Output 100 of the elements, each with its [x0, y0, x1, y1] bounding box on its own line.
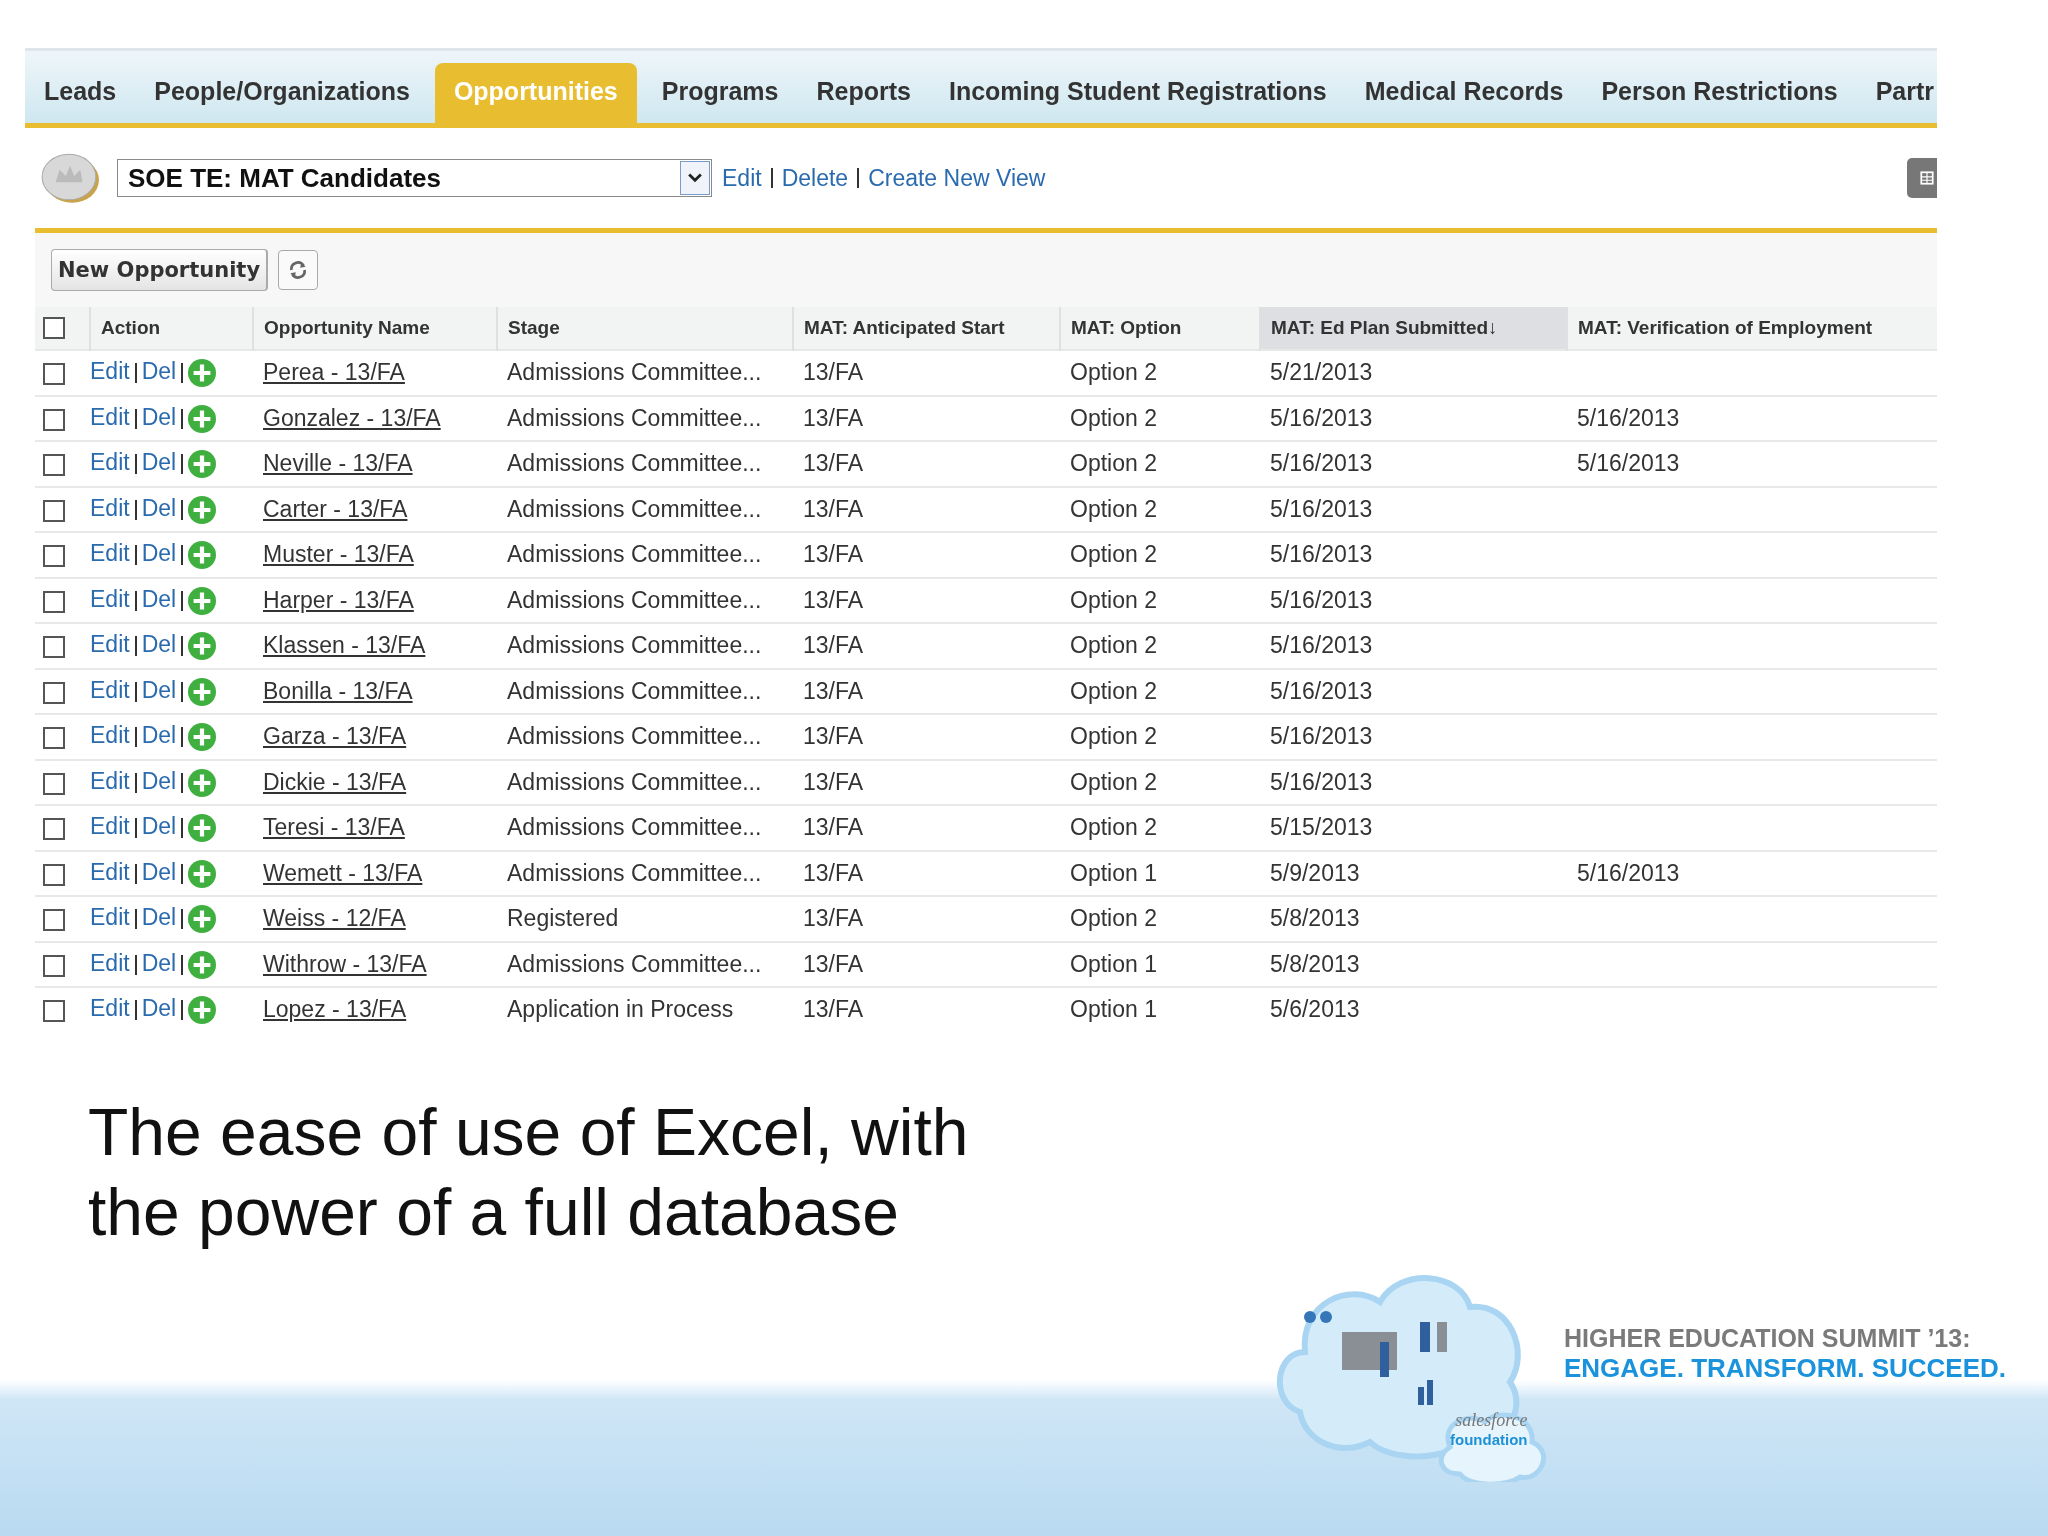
- row-checkbox[interactable]: [43, 772, 65, 795]
- action-link[interactable]: Edit: [90, 904, 130, 931]
- action-link[interactable]: Del: [141, 631, 177, 658]
- view-link[interactable]: Create New View: [868, 164, 1046, 192]
- add-icon[interactable]: [188, 859, 217, 888]
- row-checkbox[interactable]: [43, 909, 65, 932]
- table-cell: Option 2: [1070, 404, 1157, 431]
- row-checkbox[interactable]: [43, 545, 65, 568]
- table-cell: 13/FA: [803, 586, 864, 613]
- coin-icon: [39, 151, 101, 205]
- action-link[interactable]: Edit: [90, 722, 130, 749]
- add-icon[interactable]: [188, 404, 217, 433]
- select-all-checkbox[interactable]: [43, 317, 65, 340]
- table-icon: [1919, 170, 1935, 186]
- add-icon[interactable]: [188, 541, 217, 570]
- action-link[interactable]: Edit: [90, 403, 130, 430]
- action-link[interactable]: Edit: [90, 676, 130, 703]
- row-checkbox[interactable]: [43, 954, 65, 977]
- action-link[interactable]: Edit: [90, 813, 130, 840]
- table-cell: Admissions Committee...: [507, 859, 762, 886]
- table-cell: 13/FA: [803, 996, 864, 1023]
- table-cell: 13/FA: [803, 950, 864, 977]
- add-icon[interactable]: [188, 723, 217, 752]
- columns-button[interactable]: [1907, 158, 1937, 198]
- add-icon[interactable]: [188, 768, 217, 797]
- action-link[interactable]: Del: [141, 767, 177, 794]
- row-checkbox[interactable]: [43, 1000, 65, 1023]
- row-checkbox[interactable]: [43, 454, 65, 477]
- action-link[interactable]: Edit: [90, 540, 130, 567]
- action-link[interactable]: Del: [141, 540, 177, 567]
- table-cell: 5/16/2013: [1577, 404, 1680, 431]
- table-cell: Option 2: [1070, 495, 1157, 522]
- tab[interactable]: Programs: [642, 63, 798, 123]
- action-link[interactable]: Del: [141, 949, 177, 976]
- action-link[interactable]: Del: [141, 858, 177, 885]
- table-cell: 5/16/2013: [1270, 586, 1373, 613]
- add-icon[interactable]: [188, 450, 217, 479]
- action-link[interactable]: Edit: [90, 494, 130, 521]
- add-icon[interactable]: [188, 586, 217, 615]
- action-link[interactable]: Del: [141, 722, 177, 749]
- add-icon[interactable]: [188, 359, 217, 388]
- table-cell: 13/FA: [803, 814, 864, 841]
- tab[interactable]: Medical Records: [1345, 63, 1583, 123]
- column-header[interactable]: MAT: Option: [1060, 307, 1260, 350]
- tab[interactable]: Partr: [1856, 63, 1937, 123]
- action-link[interactable]: Del: [141, 403, 177, 430]
- action-link[interactable]: Del: [141, 995, 177, 1022]
- row-checkbox[interactable]: [43, 590, 65, 613]
- action-link[interactable]: Edit: [90, 858, 130, 885]
- view-select[interactable]: SOE TE: MAT Candidates: [117, 159, 712, 197]
- action-link[interactable]: Del: [141, 813, 177, 840]
- column-header[interactable]: Action: [90, 307, 253, 350]
- action-link[interactable]: Del: [141, 358, 177, 385]
- row-checkbox[interactable]: [43, 636, 65, 659]
- add-icon[interactable]: [188, 677, 217, 706]
- row-checkbox[interactable]: [43, 408, 65, 431]
- refresh-button[interactable]: [278, 250, 319, 290]
- row-checkbox[interactable]: [43, 818, 65, 841]
- view-link[interactable]: Edit: [722, 164, 762, 192]
- table-cell: 13/FA: [803, 404, 864, 431]
- row-checkbox[interactable]: [43, 863, 65, 886]
- add-icon[interactable]: [188, 905, 217, 934]
- action-link[interactable]: Del: [141, 904, 177, 931]
- action-link[interactable]: Edit: [90, 949, 130, 976]
- action-link[interactable]: Del: [141, 449, 177, 476]
- action-link[interactable]: Del: [141, 676, 177, 703]
- tab[interactable]: Reports: [797, 63, 930, 123]
- column-header[interactable]: MAT: Ed Plan Submitted↓: [1260, 307, 1567, 350]
- add-icon[interactable]: [188, 632, 217, 661]
- table-cell: Admissions Committee...: [507, 768, 762, 795]
- table-cell: Admissions Committee...: [507, 632, 762, 659]
- column-header[interactable]: Opportunity Name: [253, 307, 497, 350]
- row-checkbox[interactable]: [43, 499, 65, 522]
- row-checkbox[interactable]: [43, 681, 65, 704]
- action-link[interactable]: Edit: [90, 449, 130, 476]
- action-link[interactable]: Edit: [90, 585, 130, 612]
- table-cell: Option 1: [1070, 950, 1157, 977]
- view-link[interactable]: Delete: [781, 164, 849, 192]
- table-cell: Option 2: [1070, 359, 1157, 386]
- new-opportunity-button[interactable]: New Opportunity: [51, 249, 269, 291]
- row-checkbox[interactable]: [43, 727, 65, 750]
- tab[interactable]: Leads: [25, 63, 136, 123]
- action-link[interactable]: Edit: [90, 767, 130, 794]
- add-icon[interactable]: [188, 814, 217, 843]
- action-link[interactable]: Edit: [90, 358, 130, 385]
- action-link[interactable]: Del: [141, 494, 177, 521]
- tab[interactable]: Person Restrictions: [1582, 63, 1857, 123]
- tab[interactable]: Incoming Student Registrations: [929, 63, 1346, 123]
- event-tagline: ENGAGE. TRANSFORM. SUCCEED.: [1564, 1353, 2007, 1384]
- row-checkbox[interactable]: [43, 363, 65, 386]
- column-header[interactable]: MAT: Verification of Employment: [1567, 307, 1937, 350]
- column-header[interactable]: MAT: Anticipated Start: [793, 307, 1060, 350]
- action-link[interactable]: Edit: [90, 995, 130, 1022]
- add-icon[interactable]: [188, 950, 217, 979]
- column-header[interactable]: Stage: [497, 307, 793, 350]
- add-icon[interactable]: [188, 495, 217, 524]
- add-icon[interactable]: [188, 996, 217, 1025]
- action-link[interactable]: Edit: [90, 631, 130, 658]
- action-link[interactable]: Del: [141, 585, 177, 612]
- tab[interactable]: People/Organizations: [135, 63, 429, 123]
